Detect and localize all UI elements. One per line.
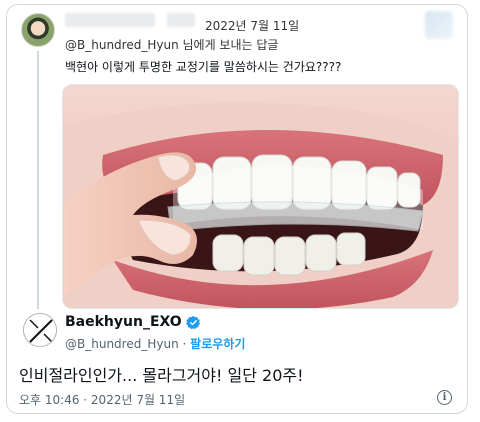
reply-attached-photo[interactable] xyxy=(62,84,459,309)
replier-handle-redacted xyxy=(167,13,195,27)
follow-button[interactable]: 팔로우하기 xyxy=(190,337,245,351)
info-icon[interactable]: i xyxy=(437,390,452,405)
tweet-card: 2022년 7월 11일 @B_hundred_Hyun 님에게 보내는 답글 … xyxy=(6,4,468,414)
exo-logo-icon xyxy=(24,314,56,346)
replier-avatar[interactable] xyxy=(21,13,55,47)
author-tweet-timestamp[interactable]: 오후 10:46 · 2022년 7월 11일 xyxy=(19,391,185,408)
replier-name-redacted xyxy=(65,13,155,27)
reply-date[interactable]: 2022년 7월 11일 xyxy=(205,17,299,34)
verified-badge-icon xyxy=(185,315,201,330)
redacted-corner-element xyxy=(425,11,453,39)
replying-to-label: @B_hundred_Hyun 님에게 보내는 답글 xyxy=(65,38,279,52)
author-display-name[interactable]: Baekhyun_EXO xyxy=(65,314,182,330)
author-handle[interactable]: @B_hundred_Hyun xyxy=(65,337,179,351)
reply-tweet-text: 백현아 이렇게 투명한 교정기를 말씀하시는 건가요???? xyxy=(65,60,342,74)
author-name-row[interactable]: Baekhyun_EXO xyxy=(65,314,201,330)
separator-dot: · xyxy=(182,337,187,351)
thread-connector-line xyxy=(37,51,39,309)
author-avatar[interactable] xyxy=(23,313,57,347)
author-handle-row: @B_hundred_Hyun · 팔로우하기 xyxy=(65,335,245,352)
invisalign-photo-illustration xyxy=(63,85,458,308)
author-tweet-text: 인비절라인인가... 몰라그거야! 일단 20주! xyxy=(19,366,304,385)
